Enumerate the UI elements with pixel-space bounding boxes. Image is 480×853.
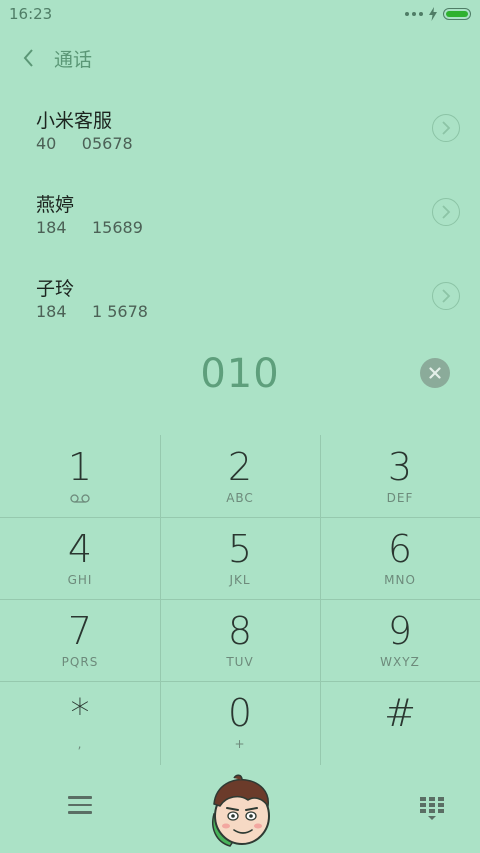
contact-item[interactable]: 燕婷 184 15689 xyxy=(0,172,480,256)
key-7[interactable]: 7 PQRS xyxy=(0,599,160,681)
voicemail-icon xyxy=(70,494,90,503)
call-avatar-icon[interactable] xyxy=(204,774,276,850)
status-icons xyxy=(405,6,471,22)
key-digit: 9 xyxy=(387,609,413,653)
bottom-action-bar xyxy=(0,770,480,853)
contact-number: 40 05678 xyxy=(36,134,133,153)
key-digit: 8 xyxy=(227,609,253,653)
key-3[interactable]: 3 DEF xyxy=(320,435,480,517)
key-digit: 6 xyxy=(387,527,413,571)
key-letters: + xyxy=(234,737,246,751)
key-digit: 4 xyxy=(67,527,93,571)
clear-icon xyxy=(429,367,441,379)
contact-detail-button[interactable] xyxy=(432,282,460,310)
key-letters: , xyxy=(77,737,83,751)
key-letters: WXYZ xyxy=(380,655,420,669)
key-letters: GHI xyxy=(67,573,93,587)
key-6[interactable]: 6 MNO xyxy=(320,517,480,599)
key-digit: 2 xyxy=(227,445,253,489)
contact-number: 184 15689 xyxy=(36,218,143,237)
key-digit: 3 xyxy=(387,445,413,489)
charging-icon xyxy=(429,7,437,21)
key-digit: 5 xyxy=(227,527,253,571)
contact-item[interactable]: 小米客服 40 05678 xyxy=(0,88,480,172)
dialed-number: 010 xyxy=(200,351,280,397)
dial-keypad: 1 2 ABC 3 DEF 4 GHI 5 JKL 6 MNO 7 PQRS 8… xyxy=(0,435,480,765)
chevron-left-icon[interactable] xyxy=(18,46,42,70)
contact-name: 燕婷 xyxy=(36,194,75,216)
contact-number: 184 1 5678 xyxy=(36,302,148,321)
header: 通话 xyxy=(0,40,480,76)
chevron-right-icon xyxy=(442,121,451,135)
chevron-right-icon xyxy=(442,289,451,303)
key-letters: ABC xyxy=(226,491,254,505)
key-1[interactable]: 1 xyxy=(0,435,160,517)
key-letters: TUV xyxy=(226,655,254,669)
key-digit: 1 xyxy=(67,445,93,489)
key-digit: 0 xyxy=(227,691,253,735)
menu-icon[interactable] xyxy=(68,796,92,816)
key-star[interactable]: * , xyxy=(0,681,160,763)
key-digit: # xyxy=(384,691,416,735)
chevron-right-icon xyxy=(442,205,451,219)
contact-name: 子玲 xyxy=(36,278,75,300)
contact-item[interactable]: 子玲 184 1 5678 xyxy=(0,256,480,340)
battery-icon xyxy=(443,8,471,20)
key-4[interactable]: 4 GHI xyxy=(0,517,160,599)
more-dots-icon xyxy=(405,12,423,16)
key-digit: * xyxy=(70,691,90,735)
contact-detail-button[interactable] xyxy=(432,114,460,142)
key-0[interactable]: 0 + xyxy=(160,681,320,763)
contact-detail-button[interactable] xyxy=(432,198,460,226)
key-letters: DEF xyxy=(386,491,414,505)
dialpad-hide-icon[interactable] xyxy=(419,796,445,822)
delete-button[interactable] xyxy=(420,358,450,388)
contact-name: 小米客服 xyxy=(36,110,113,132)
key-9[interactable]: 9 WXYZ xyxy=(320,599,480,681)
key-digit: 7 xyxy=(67,609,93,653)
key-hash[interactable]: # xyxy=(320,681,480,763)
dial-display: 010 xyxy=(0,346,480,402)
key-letters: JKL xyxy=(229,573,251,587)
key-2[interactable]: 2 ABC xyxy=(160,435,320,517)
key-8[interactable]: 8 TUV xyxy=(160,599,320,681)
key-letters: PQRS xyxy=(61,655,99,669)
page-title: 通话 xyxy=(54,49,93,71)
key-5[interactable]: 5 JKL xyxy=(160,517,320,599)
status-bar: 16:23 xyxy=(0,0,480,28)
status-time: 16:23 xyxy=(9,5,53,23)
key-letters: MNO xyxy=(384,573,416,587)
